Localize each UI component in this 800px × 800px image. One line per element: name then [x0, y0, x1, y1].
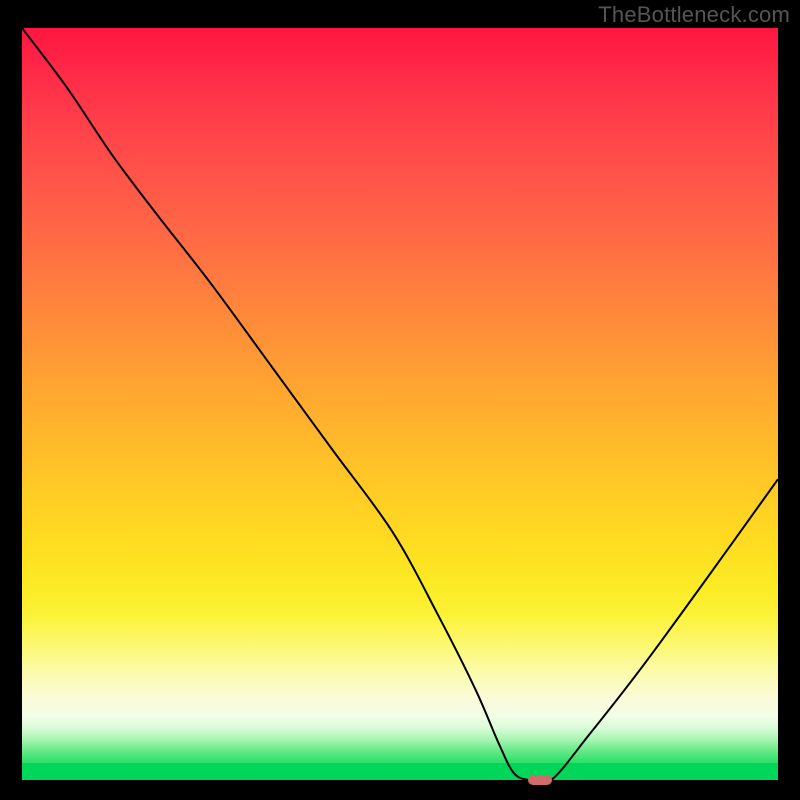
curve-svg [22, 28, 778, 780]
watermark-text: TheBottleneck.com [598, 2, 790, 28]
chart-container: TheBottleneck.com [0, 0, 800, 800]
plot-area [22, 28, 778, 780]
optimal-marker [528, 775, 552, 785]
bottleneck-curve-path [22, 28, 778, 780]
